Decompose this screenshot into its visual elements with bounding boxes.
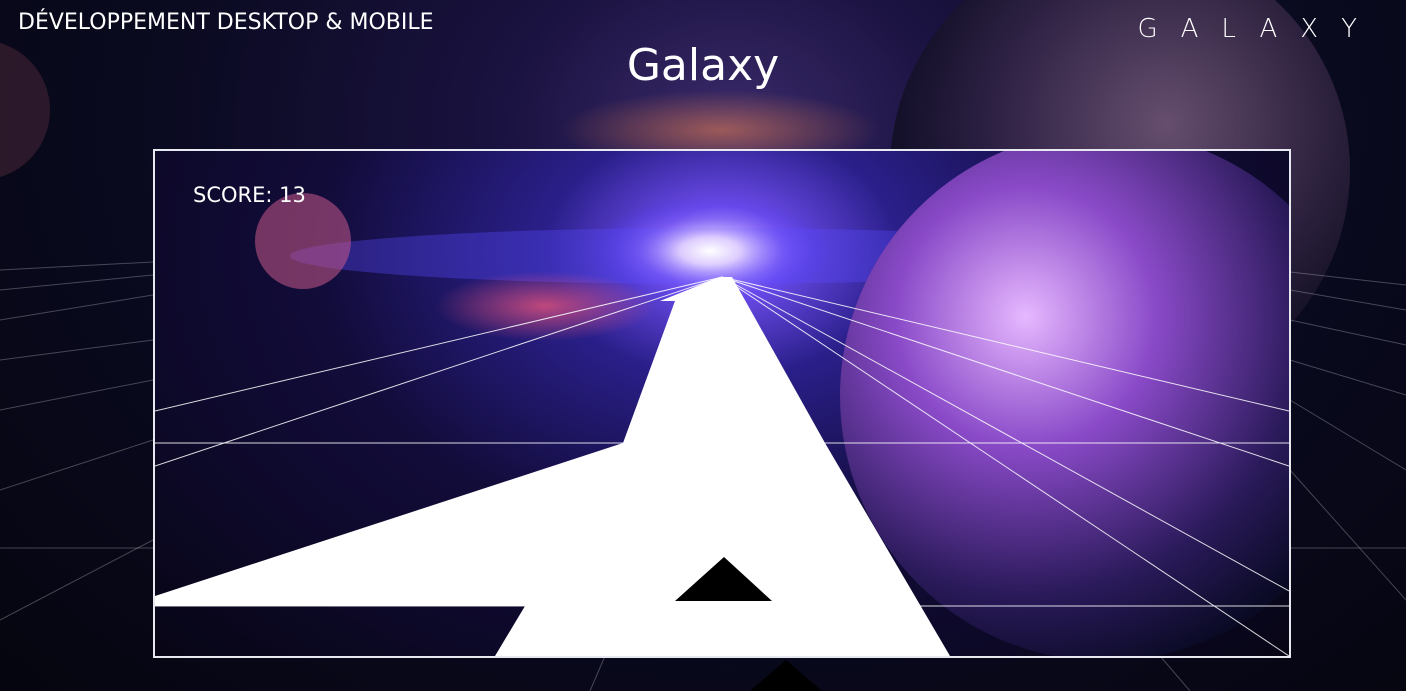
game-scene [155, 151, 1289, 656]
page-title: Galaxy [626, 40, 780, 91]
score-value: 13 [279, 183, 306, 207]
game-canvas[interactable]: SCORE: 13 [153, 149, 1291, 658]
score-label: SCORE: [193, 183, 273, 207]
background-ship [750, 660, 822, 691]
planet [840, 151, 1289, 656]
score-display: SCORE: 13 [193, 183, 306, 207]
course-label: DÉVELOPPEMENT DESKTOP & MOBILE [18, 10, 434, 35]
moon [255, 193, 351, 289]
nebula [435, 271, 655, 341]
